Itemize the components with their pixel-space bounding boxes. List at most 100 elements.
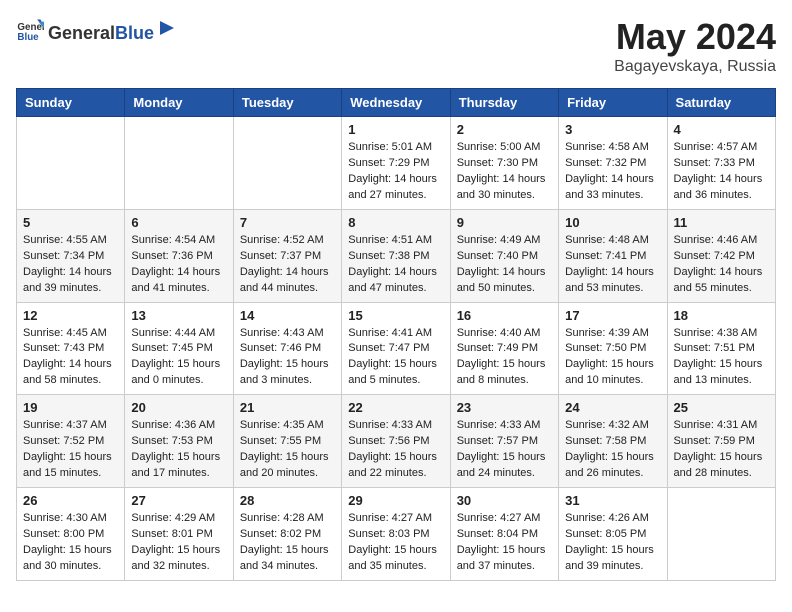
calendar-cell: 1 Sunrise: 5:01 AM Sunset: 7:29 PM Daylig… <box>342 117 450 210</box>
calendar-cell <box>233 117 341 210</box>
calendar-cell: 19 Sunrise: 4:37 AM Sunset: 7:52 PM Dayli… <box>17 395 125 488</box>
calendar-cell: 16Sunrise: 4:40 AM Sunset: 7:49 PM Dayli… <box>450 302 558 395</box>
day-number: 28 <box>240 493 335 508</box>
cell-details: Sunrise: 5:00 AM Sunset: 7:30 PM Dayligh… <box>457 140 552 204</box>
cell-details: Sunrise: 4:39 AM Sunset: 7:50 PM Dayligh… <box>565 326 660 390</box>
cell-details: Sunrise: 4:38 AM Sunset: 7:51 PM Dayligh… <box>674 326 769 390</box>
day-number: 30 <box>457 493 552 508</box>
calendar-cell: 4 Sunrise: 4:57 AM Sunset: 7:33 PM Daylig… <box>667 117 775 210</box>
calendar-cell: 10Sunrise: 4:48 AM Sunset: 7:41 PM Dayli… <box>559 209 667 302</box>
calendar-cell: 18 Sunrise: 4:38 AM Sunset: 7:51 PM Dayli… <box>667 302 775 395</box>
logo-blue-text: Blue <box>115 23 154 44</box>
cell-details: Sunrise: 4:55 AM Sunset: 7:34 PM Dayligh… <box>23 233 118 297</box>
cell-details: Sunrise: 4:30 AM Sunset: 8:00 PM Dayligh… <box>23 511 118 575</box>
cell-details: Sunrise: 4:33 AM Sunset: 7:57 PM Dayligh… <box>457 418 552 482</box>
calendar-cell: 11 Sunrise: 4:46 AM Sunset: 7:42 PM Dayli… <box>667 209 775 302</box>
weekday-header-sunday: Sunday <box>17 89 125 117</box>
day-number: 26 <box>23 493 118 508</box>
day-number: 4 <box>674 122 769 137</box>
calendar-cell: 12 Sunrise: 4:45 AM Sunset: 7:43 PM Dayli… <box>17 302 125 395</box>
calendar-cell: 2 Sunrise: 5:00 AM Sunset: 7:30 PM Daylig… <box>450 117 558 210</box>
cell-details: Sunrise: 4:27 AM Sunset: 8:03 PM Dayligh… <box>348 511 443 575</box>
calendar-cell: 5 Sunrise: 4:55 AM Sunset: 7:34 PM Daylig… <box>17 209 125 302</box>
day-number: 14 <box>240 308 335 323</box>
day-number: 10 <box>565 215 660 230</box>
day-number: 5 <box>23 215 118 230</box>
calendar-cell: 3 Sunrise: 4:58 AM Sunset: 7:32 PM Daylig… <box>559 117 667 210</box>
calendar-header-row: SundayMondayTuesdayWednesdayThursdayFrid… <box>17 89 776 117</box>
day-number: 27 <box>131 493 226 508</box>
calendar-cell: 8 Sunrise: 4:51 AM Sunset: 7:38 PM Daylig… <box>342 209 450 302</box>
calendar-cell: 26 Sunrise: 4:30 AM Sunset: 8:00 PM Dayli… <box>17 488 125 581</box>
cell-details: Sunrise: 4:51 AM Sunset: 7:38 PM Dayligh… <box>348 233 443 297</box>
weekday-header-wednesday: Wednesday <box>342 89 450 117</box>
day-number: 19 <box>23 400 118 415</box>
calendar-cell: 17 Sunrise: 4:39 AM Sunset: 7:50 PM Dayli… <box>559 302 667 395</box>
cell-details: Sunrise: 4:54 AM Sunset: 7:36 PM Dayligh… <box>131 233 226 297</box>
calendar-cell: 31 Sunrise: 4:26 AM Sunset: 8:05 PM Dayli… <box>559 488 667 581</box>
day-number: 18 <box>674 308 769 323</box>
day-number: 6 <box>131 215 226 230</box>
day-number: 12 <box>23 308 118 323</box>
weekday-header-monday: Monday <box>125 89 233 117</box>
cell-details: Sunrise: 4:49 AM Sunset: 7:40 PM Dayligh… <box>457 233 552 297</box>
calendar-cell: 15 Sunrise: 4:41 AM Sunset: 7:47 PM Dayli… <box>342 302 450 395</box>
calendar-week-row: 12 Sunrise: 4:45 AM Sunset: 7:43 PM Dayli… <box>17 302 776 395</box>
cell-details: Sunrise: 4:41 AM Sunset: 7:47 PM Dayligh… <box>348 326 443 390</box>
calendar-cell: 23Sunrise: 4:33 AM Sunset: 7:57 PM Dayli… <box>450 395 558 488</box>
page-header: General Blue General Blue May 2024 Bagay… <box>16 16 776 76</box>
day-number: 21 <box>240 400 335 415</box>
cell-details: Sunrise: 4:57 AM Sunset: 7:33 PM Dayligh… <box>674 140 769 204</box>
calendar-location: Bagayevskaya, Russia <box>614 58 776 76</box>
day-number: 3 <box>565 122 660 137</box>
cell-details: Sunrise: 4:52 AM Sunset: 7:37 PM Dayligh… <box>240 233 335 297</box>
calendar-cell <box>17 117 125 210</box>
cell-details: Sunrise: 4:44 AM Sunset: 7:45 PM Dayligh… <box>131 326 226 390</box>
day-number: 2 <box>457 122 552 137</box>
day-number: 31 <box>565 493 660 508</box>
cell-details: Sunrise: 4:43 AM Sunset: 7:46 PM Dayligh… <box>240 326 335 390</box>
weekday-header-thursday: Thursday <box>450 89 558 117</box>
cell-details: Sunrise: 4:58 AM Sunset: 7:32 PM Dayligh… <box>565 140 660 204</box>
calendar-cell: 14 Sunrise: 4:43 AM Sunset: 7:46 PM Dayli… <box>233 302 341 395</box>
cell-details: Sunrise: 4:40 AM Sunset: 7:49 PM Dayligh… <box>457 326 552 390</box>
cell-details: Sunrise: 4:26 AM Sunset: 8:05 PM Dayligh… <box>565 511 660 575</box>
cell-details: Sunrise: 4:27 AM Sunset: 8:04 PM Dayligh… <box>457 511 552 575</box>
cell-details: Sunrise: 4:32 AM Sunset: 7:58 PM Dayligh… <box>565 418 660 482</box>
weekday-header-saturday: Saturday <box>667 89 775 117</box>
cell-details: Sunrise: 4:31 AM Sunset: 7:59 PM Dayligh… <box>674 418 769 482</box>
calendar-week-row: 5 Sunrise: 4:55 AM Sunset: 7:34 PM Daylig… <box>17 209 776 302</box>
calendar-cell: 7Sunrise: 4:52 AM Sunset: 7:37 PM Daylig… <box>233 209 341 302</box>
logo-arrow-icon <box>156 17 178 39</box>
calendar-cell: 28Sunrise: 4:28 AM Sunset: 8:02 PM Dayli… <box>233 488 341 581</box>
day-number: 8 <box>348 215 443 230</box>
day-number: 1 <box>348 122 443 137</box>
day-number: 17 <box>565 308 660 323</box>
calendar-week-row: 1 Sunrise: 5:01 AM Sunset: 7:29 PM Daylig… <box>17 117 776 210</box>
calendar-cell: 27Sunrise: 4:29 AM Sunset: 8:01 PM Dayli… <box>125 488 233 581</box>
cell-details: Sunrise: 4:36 AM Sunset: 7:53 PM Dayligh… <box>131 418 226 482</box>
day-number: 22 <box>348 400 443 415</box>
weekday-header-tuesday: Tuesday <box>233 89 341 117</box>
cell-details: Sunrise: 5:01 AM Sunset: 7:29 PM Dayligh… <box>348 140 443 204</box>
cell-details: Sunrise: 4:46 AM Sunset: 7:42 PM Dayligh… <box>674 233 769 297</box>
day-number: 29 <box>348 493 443 508</box>
calendar-cell: 20Sunrise: 4:36 AM Sunset: 7:53 PM Dayli… <box>125 395 233 488</box>
cell-details: Sunrise: 4:45 AM Sunset: 7:43 PM Dayligh… <box>23 326 118 390</box>
calendar-cell: 24Sunrise: 4:32 AM Sunset: 7:58 PM Dayli… <box>559 395 667 488</box>
logo-icon: General Blue <box>16 16 44 44</box>
logo: General Blue General Blue <box>16 16 178 44</box>
calendar-cell: 29 Sunrise: 4:27 AM Sunset: 8:03 PM Dayli… <box>342 488 450 581</box>
calendar-cell: 21Sunrise: 4:35 AM Sunset: 7:55 PM Dayli… <box>233 395 341 488</box>
calendar-cell: 22Sunrise: 4:33 AM Sunset: 7:56 PM Dayli… <box>342 395 450 488</box>
calendar-cell: 9Sunrise: 4:49 AM Sunset: 7:40 PM Daylig… <box>450 209 558 302</box>
day-number: 15 <box>348 308 443 323</box>
calendar-cell: 13 Sunrise: 4:44 AM Sunset: 7:45 PM Dayli… <box>125 302 233 395</box>
calendar-cell: 25Sunrise: 4:31 AM Sunset: 7:59 PM Dayli… <box>667 395 775 488</box>
cell-details: Sunrise: 4:37 AM Sunset: 7:52 PM Dayligh… <box>23 418 118 482</box>
calendar-cell: 30 Sunrise: 4:27 AM Sunset: 8:04 PM Dayli… <box>450 488 558 581</box>
calendar-cell <box>667 488 775 581</box>
day-number: 11 <box>674 215 769 230</box>
day-number: 13 <box>131 308 226 323</box>
calendar-cell <box>125 117 233 210</box>
